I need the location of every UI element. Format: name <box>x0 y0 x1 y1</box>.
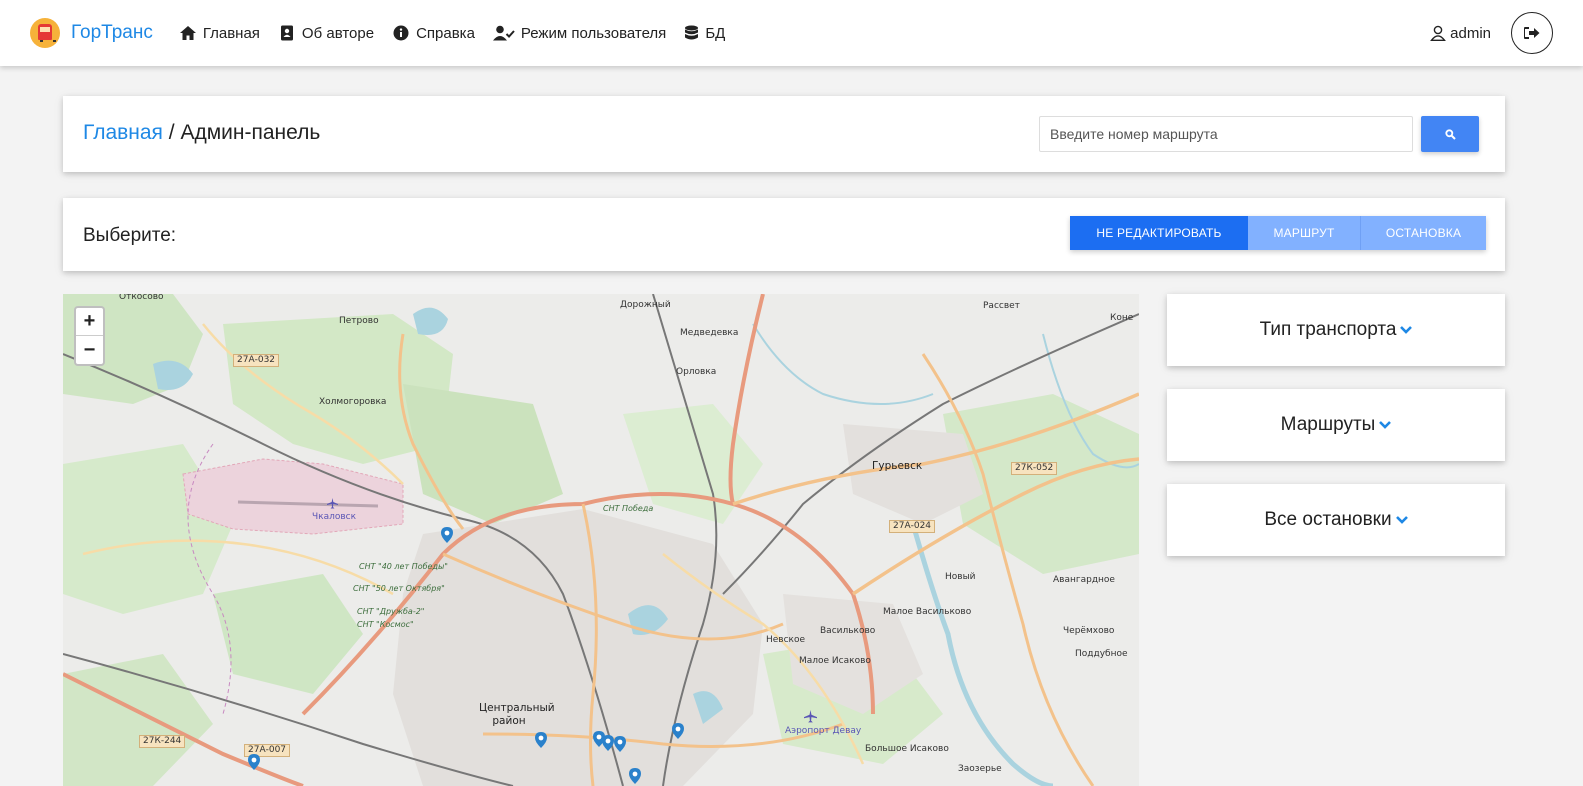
map-place-label: Малое Васильково <box>883 607 972 617</box>
nav-item-db[interactable]: БД <box>684 25 725 42</box>
no-edit-button[interactable]: НЕ РЕДАКТИРОВАТЬ <box>1070 216 1248 250</box>
map-place-label: Гурьевск <box>872 460 923 472</box>
breadcrumb-separator: / <box>162 121 181 144</box>
info-icon <box>393 25 409 41</box>
filter-label: Маршруты <box>1280 414 1376 435</box>
stop-marker-icon[interactable] <box>602 735 614 751</box>
road-number-badge: 27К-052 <box>1011 462 1058 475</box>
map-place-label: Рассвет <box>983 301 1020 311</box>
map-place-label: Новый <box>945 572 976 582</box>
all-stops-filter[interactable]: Все остановки <box>1167 484 1505 556</box>
map-area-label: Аэропорт Девау <box>785 726 862 736</box>
breadcrumb-card: Главная / Админ-панель <box>63 96 1505 172</box>
stop-marker-icon[interactable] <box>248 754 260 770</box>
map-area-label: СНТ "40 лет Победы" <box>359 562 448 571</box>
nav-item-label: Главная <box>202 24 260 42</box>
filter-label: Тип транспорта <box>1259 319 1397 340</box>
brand-name: ГорТранс <box>71 22 153 43</box>
user-name: admin <box>1450 24 1491 42</box>
map-place-label: Откосово <box>119 294 164 302</box>
map-zoom-control: + − <box>74 306 105 366</box>
home-icon <box>179 26 196 40</box>
route-search-input[interactable] <box>1039 116 1413 152</box>
logout-button[interactable] <box>1511 12 1553 54</box>
map-place-label: Черёмхово <box>1063 626 1115 636</box>
breadcrumb: Главная / Админ-панель <box>83 121 320 145</box>
user-menu[interactable]: admin <box>1430 25 1491 42</box>
user-icon <box>1430 25 1447 41</box>
nav-item-user-mode[interactable]: Режим пользователя <box>492 24 667 42</box>
nav-item-label: БД <box>705 24 726 42</box>
stop-edit-button[interactable]: ОСТАНОВКА <box>1360 216 1486 250</box>
map-place-label: Малое Исаково <box>799 656 871 666</box>
bus-logo-icon <box>30 18 60 48</box>
edit-mode-button-group: НЕ РЕДАКТИРОВАТЬ МАРШРУТ ОСТАНОВКА <box>1070 216 1486 250</box>
map-area-label: СНТ "50 лет Октября" <box>353 584 445 593</box>
map-place-label: Центральный район <box>479 702 555 727</box>
map-place-label: Васильково <box>820 626 876 636</box>
map-area-label: СНТ "Космос" <box>357 620 414 629</box>
page-title: Админ-панель <box>180 121 321 144</box>
map-place-label: Поддубное <box>1075 649 1128 659</box>
contact-card-icon <box>280 25 293 41</box>
map-place-label: Авангардное <box>1053 575 1115 585</box>
nav-item-label: Справка <box>416 24 475 42</box>
route-map[interactable]: + − Откосово Петрово Холмогоровка Дорожн… <box>63 294 1139 786</box>
map-tiles <box>63 294 1139 786</box>
filter-label: Все остановки <box>1264 509 1392 530</box>
map-place-label: Невское <box>766 635 806 645</box>
map-area-label: СНТ Победа <box>603 504 654 513</box>
nav-item-help[interactable]: Справка <box>392 25 475 42</box>
map-place-label: Медведевка <box>680 328 739 338</box>
map-place-label: Петрово <box>339 316 379 326</box>
map-place-label: Дорожный <box>620 300 671 310</box>
top-navbar: ГорТранс Главная Об авторе Справка Режим… <box>0 0 1583 66</box>
stop-marker-icon[interactable] <box>441 527 453 543</box>
airport-icon <box>327 498 338 509</box>
mode-label: Выберите: <box>83 225 177 246</box>
search-button[interactable] <box>1421 116 1479 152</box>
routes-filter[interactable]: Маршруты <box>1167 389 1505 461</box>
map-place-label: Большое Исаково <box>865 744 949 754</box>
stop-marker-icon[interactable] <box>535 732 547 748</box>
road-number-badge: 27А-032 <box>233 354 280 367</box>
database-icon <box>685 25 699 40</box>
stop-marker-icon[interactable] <box>614 736 626 752</box>
nav-item-label: Режим пользователя <box>520 24 667 42</box>
edit-mode-card: Выберите: НЕ РЕДАКТИРОВАТЬ МАРШРУТ ОСТАН… <box>63 198 1505 271</box>
map-place-label: Коне <box>1110 313 1134 323</box>
stop-marker-icon[interactable] <box>629 768 641 784</box>
map-area-label: Чкаловск <box>312 512 357 522</box>
map-area-label: СНТ "Дружба-2" <box>357 607 425 616</box>
map-place-label: Орловка <box>676 367 717 377</box>
nav-item-about[interactable]: Об авторе <box>278 25 374 42</box>
chevron-down-icon <box>1395 516 1408 524</box>
brand-link[interactable]: ГорТранс <box>30 18 153 48</box>
nav-item-home[interactable]: Главная <box>179 25 260 42</box>
road-number-badge: 27А-024 <box>889 520 936 533</box>
road-number-badge: 27К-244 <box>139 735 186 748</box>
route-edit-button[interactable]: МАРШРУТ <box>1248 216 1360 250</box>
zoom-out-button[interactable]: − <box>76 336 103 364</box>
transport-type-filter[interactable]: Тип транспорта <box>1167 294 1505 366</box>
zoom-in-button[interactable]: + <box>76 308 103 336</box>
map-place-label: Заозерье <box>958 764 1002 774</box>
chevron-down-icon <box>1400 326 1413 334</box>
chevron-down-icon <box>1379 421 1392 429</box>
map-place-label: Холмогоровка <box>319 397 387 407</box>
sign-out-icon <box>1524 27 1540 39</box>
breadcrumb-home-link[interactable]: Главная <box>83 121 163 144</box>
search-icon <box>1444 128 1456 140</box>
stop-marker-icon[interactable] <box>672 723 684 739</box>
user-check-icon <box>492 25 515 41</box>
airport-icon <box>804 710 817 723</box>
nav-item-label: Об авторе <box>301 24 375 42</box>
